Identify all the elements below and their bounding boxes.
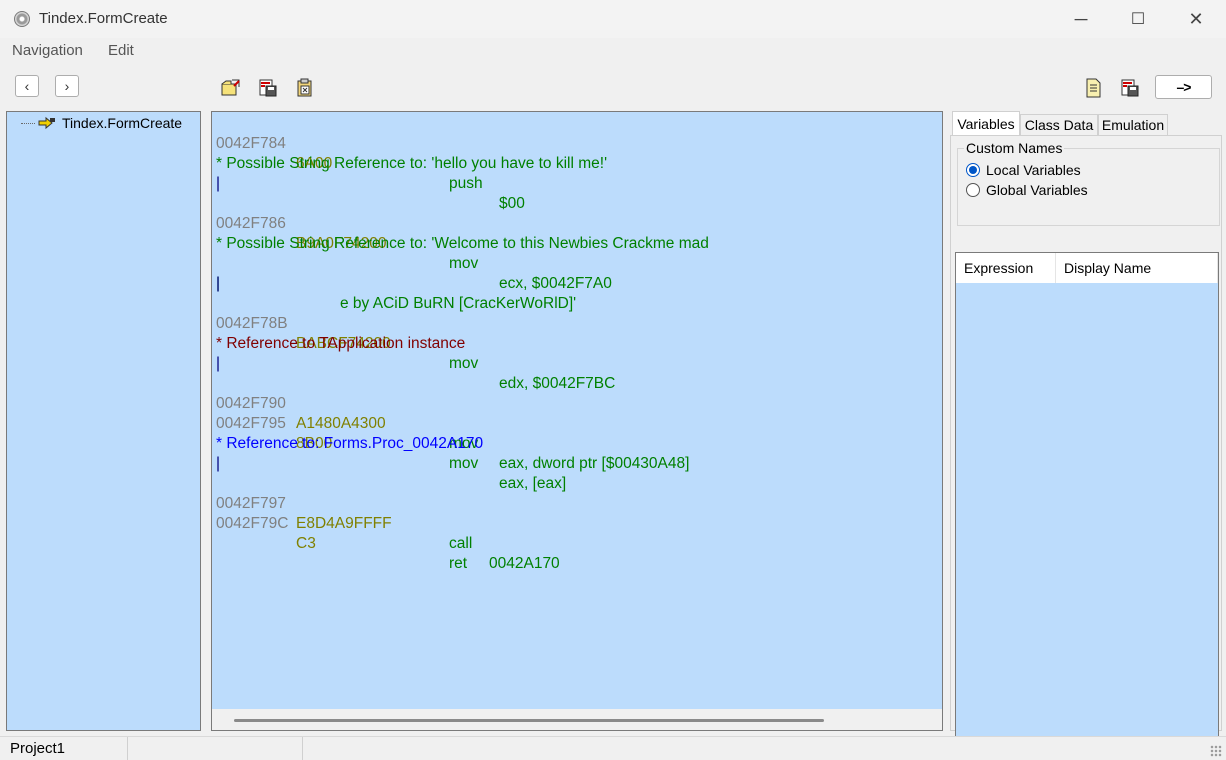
status-bar: Project1 [0, 736, 1226, 760]
code-line[interactable]: 0042F797 E8D4A9FFFF call 0042A170 [216, 474, 560, 572]
minimize-button[interactable]: ─ [1052, 0, 1110, 38]
tree-view[interactable]: Tindex.FormCreate [6, 111, 201, 731]
reference-bar: | [216, 175, 221, 192]
string-reference-comment[interactable]: * Possible String Reference to: 'Welcome… [216, 234, 709, 254]
operands: eax, [eax] [499, 475, 567, 492]
procedure-reference-comment[interactable]: * Reference to: Forms.Proc_0042A170 [216, 434, 483, 454]
address: 0042F795 [216, 415, 286, 432]
code-line[interactable]: 0042F790 A1480A4300 mov eax, dword ptr [… [216, 374, 689, 472]
opcode-bytes: C3 [296, 535, 316, 552]
status-cell-empty [128, 737, 303, 760]
window-title: Tindex.FormCreate [39, 10, 168, 27]
open-folder-icon[interactable] [219, 76, 243, 100]
title-bar: Tindex.FormCreate ─ ☐ ✕ [0, 0, 1226, 38]
mnemonic: mov [449, 255, 479, 272]
scrollbar-thumb[interactable] [234, 719, 824, 722]
column-expression[interactable]: Expression [956, 253, 1056, 283]
radio-local-variables[interactable]: Local Variables [966, 162, 1081, 178]
tab-variables[interactable]: Variables [952, 111, 1020, 135]
radio-global-variables[interactable]: Global Variables [966, 182, 1088, 198]
mnemonic: push [449, 175, 483, 192]
document-icon[interactable] [1081, 76, 1105, 100]
operands: 0042A170 [489, 555, 560, 572]
reference-bar: | [216, 275, 221, 292]
variables-tab-body: Custom Names Local Variables Global Vari… [950, 135, 1222, 754]
custom-names-group: Custom Names Local Variables Global Vari… [957, 140, 1220, 226]
opcode-bytes: E8D4A9FFFF [296, 515, 392, 532]
radio-label: Local Variables [986, 162, 1081, 178]
list-header: Expression Display Name [956, 253, 1218, 283]
save-document-icon[interactable] [1118, 76, 1142, 100]
opcode-bytes: A1480A4300 [296, 415, 386, 432]
method-icon [38, 116, 56, 130]
mnemonic: mov [449, 455, 479, 472]
menu-navigation[interactable]: Navigation [12, 42, 83, 59]
forward-button[interactable]: › [55, 75, 79, 97]
operands: eax, dword ptr [$00430A48] [499, 455, 690, 472]
save-disk-icon[interactable] [256, 76, 280, 100]
code-line[interactable]: 0042F795 8B00 mov eax, [eax] [216, 394, 566, 492]
radio-checked-icon[interactable] [966, 163, 980, 177]
operands: ecx, $0042F7A0 [499, 275, 612, 292]
address: 0042F79C [216, 515, 289, 532]
string-reference-text: e by ACiD BuRN [CracKerWoRlD]' [340, 295, 577, 312]
close-button[interactable]: ✕ [1167, 0, 1225, 38]
group-title: Custom Names [964, 140, 1065, 156]
goto-button[interactable]: –> [1155, 75, 1212, 99]
string-reference-continuation[interactable]: | e by ACiD BuRN [CracKerWoRlD]' [216, 254, 576, 312]
operands: $00 [499, 195, 525, 212]
radio-unchecked-icon[interactable] [966, 183, 980, 197]
column-display-name[interactable]: Display Name [1056, 253, 1218, 283]
code-line[interactable]: 0042F786 B9A0F74200 mov ecx, $0042F7A0 [216, 194, 612, 292]
toolbar: ‹ › –> [0, 62, 1226, 108]
tree-connector [21, 122, 35, 124]
horizontal-scrollbar[interactable] [212, 709, 942, 730]
side-panel: Variables Class Data Emulation Custom Na… [948, 111, 1224, 754]
tree-node-label: Tindex.FormCreate [62, 115, 183, 131]
address: 0042F78B [216, 315, 288, 332]
status-project: Project1 [0, 737, 128, 760]
code-line[interactable]: 0042F79C C3 ret [216, 494, 467, 572]
tab-emulation[interactable]: Emulation [1098, 114, 1168, 135]
menu-bar: Navigation Edit [0, 38, 1226, 62]
menu-edit[interactable]: Edit [108, 42, 134, 59]
resize-grip-icon[interactable] [1210, 745, 1222, 757]
reference-bar: | [216, 355, 221, 372]
mnemonic: ret [449, 555, 468, 572]
variables-list[interactable]: Expression Display Name [955, 252, 1219, 754]
mnemonic: call [449, 535, 473, 552]
address: 0042F784 [216, 135, 286, 152]
copy-clipboard-icon[interactable] [293, 76, 317, 100]
tree-node-formcreate[interactable]: Tindex.FormCreate [21, 115, 182, 131]
address: 0042F786 [216, 215, 286, 232]
application-reference-comment[interactable]: * Reference to TApplication instance [216, 334, 465, 354]
back-button[interactable]: ‹ [15, 75, 39, 97]
app-icon [14, 11, 30, 27]
code-line[interactable]: 0042F784 6A00 push $00 [216, 114, 525, 212]
maximize-button[interactable]: ☐ [1109, 0, 1167, 38]
operands: edx, $0042F7BC [499, 375, 616, 392]
reference-bar: | [216, 455, 221, 472]
code-line[interactable]: 0042F78B BABCF74200 mov edx, $0042F7BC [216, 294, 615, 392]
tab-class-data[interactable]: Class Data [1020, 114, 1098, 135]
radio-label: Global Variables [986, 182, 1088, 198]
disassembly-view[interactable]: 0042F784 6A00 push $00 * Possible String… [211, 111, 943, 731]
string-reference-comment[interactable]: * Possible String Reference to: 'hello y… [216, 154, 607, 174]
mnemonic: mov [449, 355, 479, 372]
